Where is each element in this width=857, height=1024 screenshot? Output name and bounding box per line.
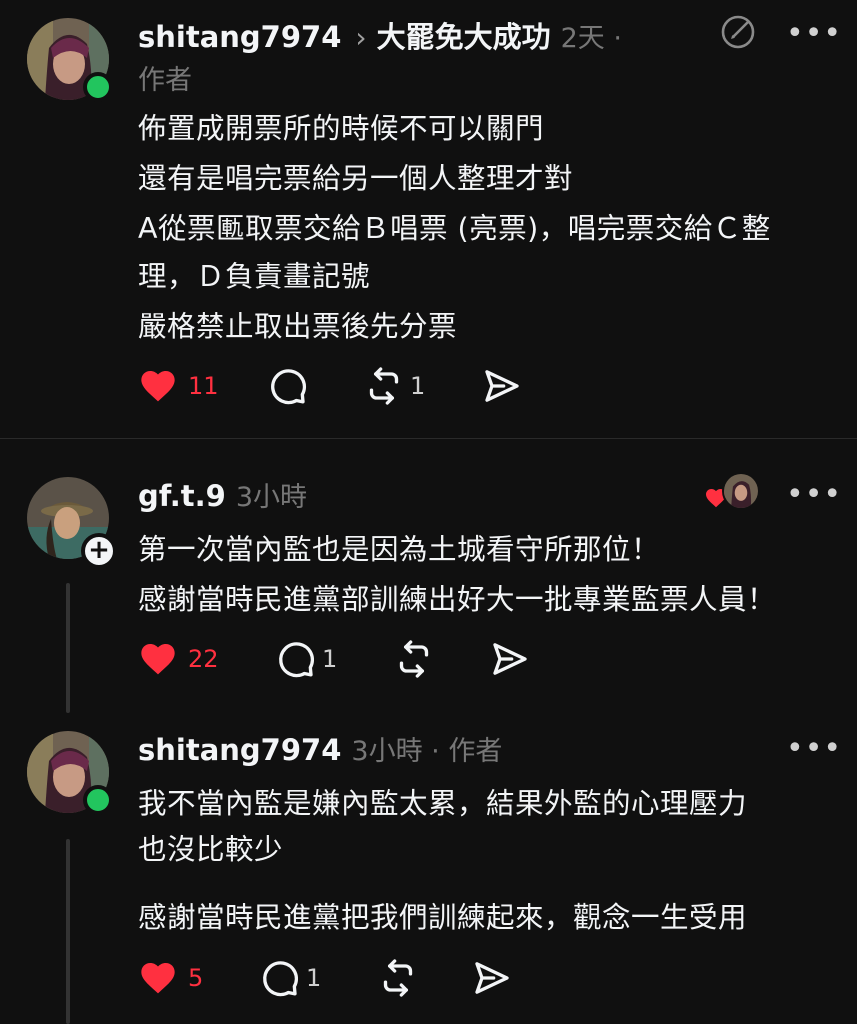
more-options-icon[interactable]: ••• bbox=[786, 19, 842, 49]
share-button[interactable] bbox=[490, 639, 530, 679]
share-button[interactable] bbox=[482, 366, 522, 406]
post-actions: 22 1 bbox=[138, 639, 558, 679]
share-icon bbox=[490, 639, 530, 679]
like-button[interactable]: 22 bbox=[138, 639, 219, 679]
post-text-line: 還有是唱完票給另一個人整理才對 bbox=[138, 162, 574, 195]
avatar[interactable]: + bbox=[27, 477, 117, 569]
like-button[interactable]: 5 bbox=[138, 958, 203, 998]
repost-icon bbox=[364, 366, 404, 406]
username[interactable]: shitang7974 bbox=[138, 733, 341, 767]
repost-icon bbox=[394, 639, 434, 679]
reply-button[interactable]: 1 bbox=[276, 639, 337, 679]
post-text-line: 佈置成開票所的時候不可以關門 bbox=[138, 112, 545, 145]
post-header: shitang7974 3小時 · 作者 bbox=[138, 729, 502, 768]
avatar[interactable] bbox=[27, 731, 113, 815]
reply-count: 1 bbox=[306, 964, 322, 992]
post-header: shitang7974 › 大罷免大成功 2天 · bbox=[138, 14, 622, 56]
repost-button[interactable] bbox=[394, 639, 434, 679]
thread-connector-line bbox=[66, 583, 70, 713]
repost-icon bbox=[378, 958, 418, 998]
heart-icon bbox=[138, 366, 178, 406]
username[interactable]: gf.t.9 bbox=[138, 479, 226, 513]
heart-icon bbox=[138, 639, 178, 679]
avatar[interactable] bbox=[27, 18, 113, 102]
heart-icon bbox=[138, 958, 178, 998]
comment-icon bbox=[268, 366, 308, 406]
liked-by-author-indicator[interactable] bbox=[704, 472, 760, 512]
post-text-line: 也沒比較少 bbox=[138, 833, 284, 866]
thread-connector-line bbox=[66, 839, 70, 1024]
chevron-right-icon: › bbox=[355, 21, 367, 54]
reply-button[interactable] bbox=[268, 366, 314, 406]
post-actions: 5 1 bbox=[138, 958, 558, 998]
post-text-line: 感謝當時民進黨把我們訓練起來，觀念一生受用 bbox=[138, 901, 748, 934]
post-text-line: A從票匭取票交給Ｂ唱票 (亮票)，唱完票交給Ｃ整 bbox=[138, 212, 771, 245]
share-icon bbox=[472, 958, 512, 998]
follow-button[interactable]: + bbox=[81, 533, 117, 569]
reply-count: 1 bbox=[322, 645, 338, 673]
post-time: 2天 · bbox=[560, 23, 622, 54]
share-button[interactable] bbox=[472, 958, 512, 998]
post-time: 3小時 bbox=[235, 482, 308, 513]
post-text-line: 我不當內監是嫌內監太累，結果外監的心理壓力 bbox=[138, 787, 748, 820]
more-options-icon[interactable]: ••• bbox=[786, 480, 842, 510]
post-actions: 11 1 bbox=[138, 366, 558, 406]
post-main: shitang7974 › 大罷免大成功 2天 · ••• 作者 佈置成開票所的… bbox=[0, 0, 857, 438]
post-text-line: 嚴格禁止取出票後先分票 bbox=[138, 310, 458, 343]
more-options-icon[interactable]: ••• bbox=[786, 734, 842, 764]
online-status-dot bbox=[83, 785, 113, 815]
post-header: gf.t.9 3小時 bbox=[138, 475, 307, 514]
repost-button[interactable] bbox=[378, 958, 418, 998]
post-text-line: 第一次當內監也是因為土城看守所那位！ bbox=[138, 533, 661, 566]
thread-title[interactable]: 大罷免大成功 bbox=[377, 14, 551, 56]
like-count: 11 bbox=[188, 372, 219, 400]
post-text-line: 感謝當時民進黨部訓練出好大一批專業監票人員！ bbox=[138, 583, 777, 616]
edit-icon[interactable] bbox=[720, 14, 756, 50]
like-count: 22 bbox=[188, 645, 219, 673]
comment-icon bbox=[260, 958, 300, 998]
repost-count: 1 bbox=[410, 372, 426, 400]
repost-button[interactable]: 1 bbox=[364, 366, 425, 406]
share-icon bbox=[482, 366, 522, 406]
online-status-dot bbox=[83, 72, 113, 102]
reply-button[interactable]: 1 bbox=[260, 958, 321, 998]
author-tag: 作者 bbox=[138, 65, 192, 96]
like-button[interactable]: 11 bbox=[138, 366, 219, 406]
username[interactable]: shitang7974 bbox=[138, 20, 341, 54]
post-time: 3小時 · 作者 bbox=[351, 736, 503, 767]
comment-icon bbox=[276, 639, 316, 679]
reply-post: shitang7974 3小時 · 作者 ••• 我不當內監是嫌內監太累，結果外… bbox=[0, 729, 857, 1024]
post-text-line: 理，Ｄ負責畫記號 bbox=[138, 260, 371, 293]
like-count: 5 bbox=[188, 964, 204, 992]
liker-avatar bbox=[722, 472, 760, 510]
